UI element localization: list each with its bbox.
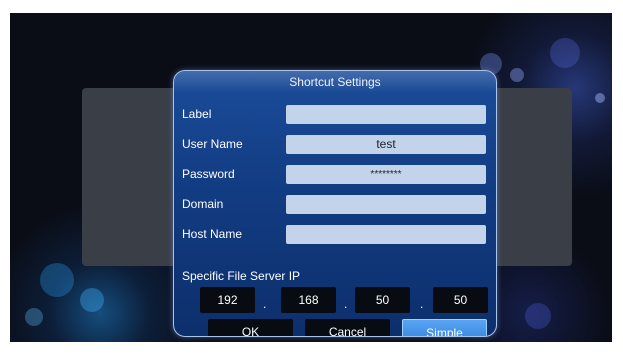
domain-input[interactable] bbox=[286, 195, 486, 214]
tv-screen: Shortcut Settings Label User Name test P… bbox=[10, 13, 612, 342]
ok-button[interactable]: OK bbox=[208, 319, 293, 336]
bokeh-light bbox=[25, 308, 43, 326]
file-server-ip-label: Specific File Server IP bbox=[182, 269, 301, 283]
bokeh-light bbox=[595, 93, 605, 103]
bokeh-light bbox=[40, 263, 74, 297]
simple-button[interactable]: Simple bbox=[402, 319, 487, 336]
bokeh-light bbox=[80, 288, 104, 312]
domain-row: Domain bbox=[174, 191, 496, 219]
shortcut-settings-dialog: Shortcut Settings Label User Name test P… bbox=[173, 70, 497, 337]
host-name-input[interactable] bbox=[286, 225, 486, 244]
bokeh-light bbox=[525, 303, 551, 329]
dialog-title: Shortcut Settings bbox=[174, 71, 496, 93]
label-row: Label bbox=[174, 101, 496, 129]
ip-separator: . bbox=[263, 297, 267, 311]
user-name-row: User Name test bbox=[174, 131, 496, 159]
password-label: Password bbox=[182, 167, 235, 181]
password-input[interactable]: ******** bbox=[286, 165, 486, 184]
host-name-row: Host Name bbox=[174, 221, 496, 249]
host-name-label: Host Name bbox=[182, 227, 243, 241]
label-field-label: Label bbox=[182, 107, 212, 121]
domain-label: Domain bbox=[182, 197, 224, 211]
bokeh-light bbox=[550, 38, 580, 68]
ip-separator: . bbox=[344, 297, 348, 311]
label-input[interactable] bbox=[286, 105, 486, 124]
ip-octet-4[interactable]: 50 bbox=[433, 287, 488, 313]
ip-separator: . bbox=[420, 297, 424, 311]
bokeh-light bbox=[510, 68, 524, 82]
user-name-input[interactable]: test bbox=[286, 135, 486, 154]
password-row: Password ******** bbox=[174, 161, 496, 189]
ip-octet-2[interactable]: 168 bbox=[281, 287, 336, 313]
user-name-label: User Name bbox=[182, 137, 243, 151]
ip-octet-1[interactable]: 192 bbox=[200, 287, 255, 313]
cancel-button[interactable]: Cancel bbox=[305, 319, 390, 336]
ip-octet-3[interactable]: 50 bbox=[355, 287, 410, 313]
